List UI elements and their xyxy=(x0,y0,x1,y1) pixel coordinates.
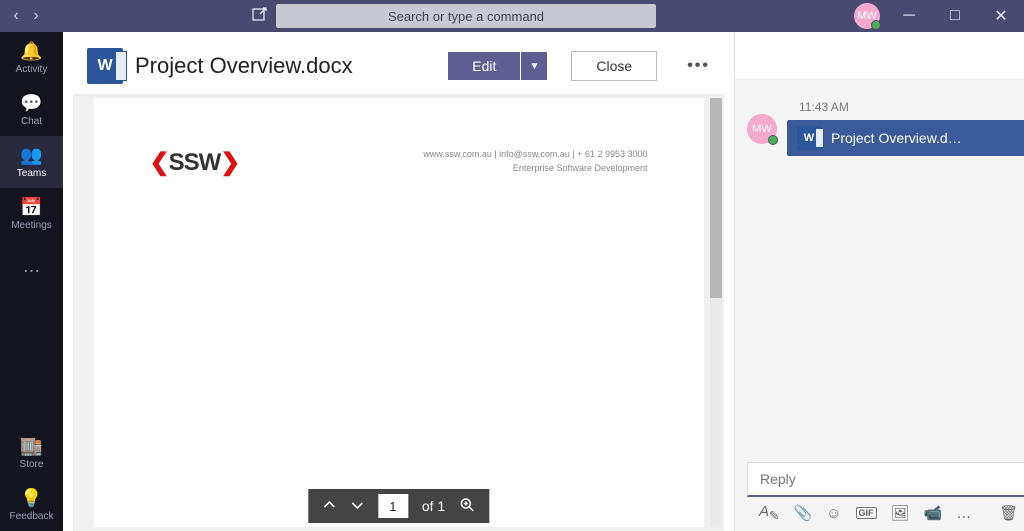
more-icon: … xyxy=(23,256,41,277)
document-area: W Project Overview.docx Edit ▼ Close •••… xyxy=(63,32,735,531)
chat-icon: 💬 xyxy=(20,93,42,114)
bell-icon: 🔔 xyxy=(20,41,42,62)
meet-now-icon[interactable]: 📹 xyxy=(924,504,943,522)
message-timestamp: 11:43 AM xyxy=(787,94,1024,120)
delete-icon[interactable]: 🗑 xyxy=(999,504,1018,522)
chat-pane: MW 11:43 AM W Project Overview.d… ••• A✎… xyxy=(735,32,1024,531)
gif-icon[interactable]: GIF xyxy=(856,507,877,519)
page-total: of 1 xyxy=(422,498,445,514)
sidebar-label: Store xyxy=(20,459,44,470)
titlebar: ‹ › Search or type a command MW ─ □ ✕ xyxy=(0,0,1024,32)
sidebar-item-store[interactable]: 🏬 Store xyxy=(0,427,63,479)
document-page: ❮SSW❯ www.ssw.com.au | info@ssw.com.au |… xyxy=(94,98,704,527)
sticker-icon[interactable]: 🖼 xyxy=(891,504,910,522)
nav-forward[interactable]: › xyxy=(26,0,46,32)
window-minimize[interactable]: ─ xyxy=(886,0,932,32)
page-navigation: of 1 xyxy=(308,489,489,523)
sidebar-label: Chat xyxy=(21,116,42,127)
compose-more-icon[interactable]: … xyxy=(956,505,971,522)
compose-icon[interactable] xyxy=(252,6,268,27)
window-maximize[interactable]: □ xyxy=(932,0,978,32)
emoji-icon[interactable]: ☺ xyxy=(826,505,841,522)
user-avatar[interactable]: MW xyxy=(854,3,880,29)
window-close[interactable]: ✕ xyxy=(978,0,1024,32)
nav-back[interactable]: ‹ xyxy=(6,0,26,32)
edit-button[interactable]: Edit xyxy=(448,52,520,80)
document-header: W Project Overview.docx Edit ▼ Close ••• xyxy=(63,32,734,94)
page-down-icon[interactable] xyxy=(350,498,364,515)
page-up-icon[interactable] xyxy=(322,498,336,515)
sidebar-item-more[interactable]: … xyxy=(0,240,63,292)
sidebar-label: Meetings xyxy=(11,220,52,231)
file-attachment-card[interactable]: W Project Overview.d… ••• xyxy=(787,120,1024,156)
compose-toolbar: A✎ 📎 ☺ GIF 🖼 📹 … 🗑 ➤ xyxy=(747,497,1024,531)
sidebar-label: Feedback xyxy=(10,511,54,522)
letterhead-text: www.ssw.com.au | info@ssw.com.au | + 61 … xyxy=(423,148,647,175)
file-name: Project Overview.d… xyxy=(831,130,1014,146)
store-icon: 🏬 xyxy=(20,436,42,457)
sidebar-item-teams[interactable]: 👥 Teams xyxy=(0,136,63,188)
page-number-input[interactable] xyxy=(378,494,408,518)
word-icon: W xyxy=(797,126,821,150)
calendar-icon: 📅 xyxy=(20,197,42,218)
attach-icon[interactable]: 📎 xyxy=(794,504,813,522)
document-viewer: ❮SSW❯ www.ssw.com.au | info@ssw.com.au |… xyxy=(73,94,724,531)
sidebar-label: Teams xyxy=(17,168,46,179)
app-sidebar: 🔔 Activity 💬 Chat 👥 Teams 📅 Meetings … 🏬… xyxy=(0,32,63,531)
doc-more-icon[interactable]: ••• xyxy=(687,57,710,75)
sidebar-item-feedback[interactable]: 💡 Feedback xyxy=(0,479,63,531)
edit-dropdown[interactable]: ▼ xyxy=(521,52,547,80)
sidebar-label: Activity xyxy=(16,64,48,75)
sidebar-item-activity[interactable]: 🔔 Activity xyxy=(0,32,63,84)
message-avatar[interactable]: MW xyxy=(747,114,777,144)
format-icon[interactable]: A✎ xyxy=(759,503,780,523)
presence-indicator xyxy=(768,135,778,145)
company-logo: ❮SSW❯ xyxy=(150,148,240,177)
zoom-icon[interactable] xyxy=(459,497,475,516)
search-input[interactable]: Search or type a command xyxy=(276,4,656,28)
chat-header xyxy=(735,32,1024,80)
document-title: Project Overview.docx xyxy=(135,53,436,79)
word-icon: W xyxy=(87,48,123,84)
teams-icon: 👥 xyxy=(20,145,42,166)
lightbulb-icon: 💡 xyxy=(20,488,42,509)
sidebar-item-chat[interactable]: 💬 Chat xyxy=(0,84,63,136)
presence-indicator xyxy=(871,20,881,30)
reply-input[interactable] xyxy=(747,462,1024,497)
chat-body: MW 11:43 AM W Project Overview.d… ••• xyxy=(735,80,1024,452)
scrollbar-thumb[interactable] xyxy=(710,98,722,298)
close-button[interactable]: Close xyxy=(571,51,657,81)
sidebar-item-meetings[interactable]: 📅 Meetings xyxy=(0,188,63,240)
search-placeholder: Search or type a command xyxy=(388,9,544,24)
